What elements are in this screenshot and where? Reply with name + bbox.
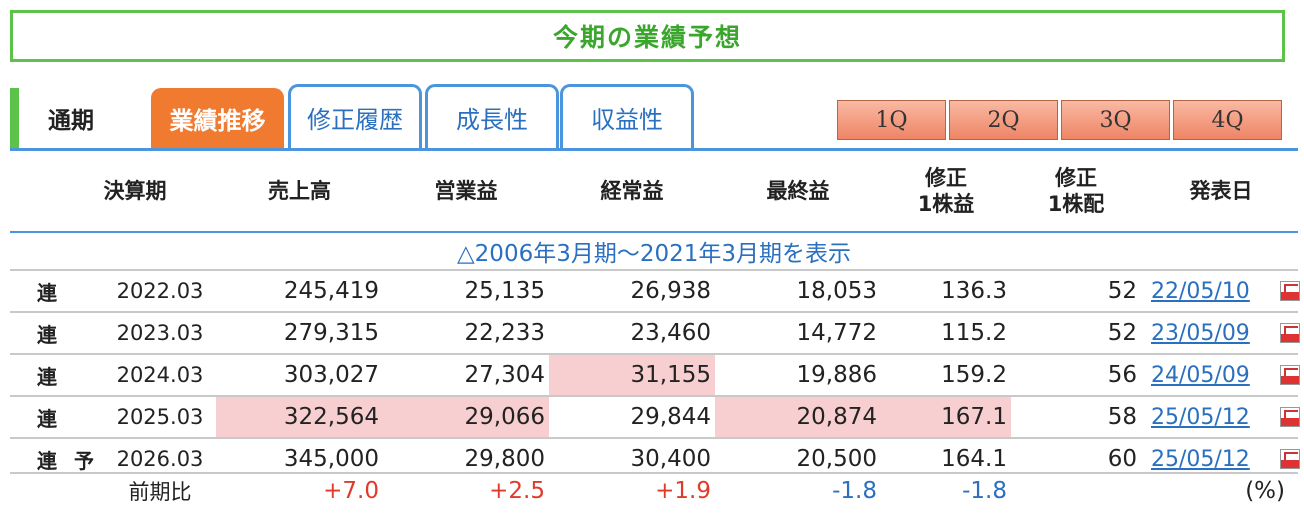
net-cell: 18,053: [796, 278, 877, 304]
yoy-operating: +2.5: [489, 478, 545, 504]
header-dps: 修正 1株配: [1011, 151, 1141, 231]
yoy-ordinary: +1.9: [655, 478, 711, 504]
header-eps-line1: 修正: [925, 166, 967, 190]
ordinary-cell: 29,844: [630, 404, 711, 430]
operating-cell: 22,233: [464, 320, 545, 346]
consolidated-label: 連: [37, 280, 57, 305]
eps-cell: 115.2: [941, 320, 1007, 346]
announce-date-link[interactable]: 23/05/09: [1151, 313, 1277, 353]
tab-full-year[interactable]: 通期: [30, 88, 150, 148]
quarter-1q-button[interactable]: 1Q: [837, 100, 946, 140]
header-operating: 営業益: [434, 179, 498, 203]
net-cell: 14,772: [796, 320, 877, 346]
pdf-icon[interactable]: [1280, 449, 1300, 469]
header-dps-line2: 1株配: [1047, 192, 1105, 216]
section-title: 今期の業績予想: [552, 23, 742, 52]
ordinary-cell: 23,460: [630, 320, 711, 346]
ordinary-cell-highlight: 31,155: [549, 355, 715, 395]
header-period: 決算期: [103, 179, 167, 203]
header-sales: 売上高: [268, 179, 331, 203]
ordinary-cell: 26,938: [630, 278, 711, 304]
quarter-2q-button[interactable]: 2Q: [949, 100, 1058, 140]
header-dps-line1: 修正: [1055, 166, 1097, 190]
tab-growth[interactable]: 成長性: [425, 84, 559, 148]
header-ordinary: 経常益: [600, 179, 664, 203]
announce-date-link[interactable]: 22/05/10: [1151, 271, 1277, 311]
operating-cell: 27,304: [464, 362, 545, 388]
quarter-3q-button[interactable]: 3Q: [1061, 100, 1170, 140]
header-eps-line2: 1株益: [917, 192, 975, 216]
yoy-label: 前期比: [128, 480, 192, 504]
header-eps: 修正 1株益: [881, 151, 1011, 231]
yoy-net: -1.8: [832, 478, 877, 504]
table-row: 連 2025.03 322,564 29,066 29,844 20,874 1…: [10, 397, 1300, 437]
consolidated-label: 連: [37, 322, 57, 347]
period-cell: 2024.03: [116, 363, 204, 387]
net-cell-highlight: 20,874: [715, 397, 881, 437]
yoy-sales: +7.0: [323, 478, 379, 504]
net-cell: 19,886: [796, 362, 877, 388]
consolidated-label: 連: [37, 406, 57, 431]
tab-revision-history[interactable]: 修正履歴: [288, 84, 422, 148]
sales-cell: 279,315: [283, 320, 379, 346]
dps-cell: 52: [1107, 278, 1137, 304]
eps-cell: 136.3: [941, 278, 1007, 304]
consolidated-label: 連: [37, 364, 57, 389]
tab-bar-accent: [10, 88, 19, 148]
operating-cell: 25,135: [464, 278, 545, 304]
header-date: 発表日: [1189, 179, 1253, 203]
period-cell: 2025.03: [116, 405, 204, 429]
period-cell: 2022.03: [116, 279, 204, 303]
pdf-icon[interactable]: [1280, 323, 1300, 343]
sales-cell-highlight: 322,564: [216, 397, 383, 437]
dps-cell: 58: [1107, 404, 1137, 430]
period-cell: 2023.03: [116, 321, 204, 345]
pdf-icon[interactable]: [1280, 365, 1300, 385]
yoy-ratio-row: 前期比 +7.0 +2.5 +1.9 -1.8 -1.8 (%): [10, 472, 1298, 510]
operating-cell-highlight: 29,066: [383, 397, 549, 437]
show-past-periods-link[interactable]: △2006年3月期～2021年3月期を表示: [10, 233, 1298, 269]
tab-bar: 通期 業績推移 修正履歴 成長性 収益性 1Q 2Q 3Q 4Q: [10, 84, 1298, 148]
table-row: 連 2023.03 279,315 22,233 23,460 14,772 1…: [10, 313, 1300, 353]
eps-cell-highlight: 167.1: [881, 397, 1011, 437]
quarter-4q-button[interactable]: 4Q: [1173, 100, 1282, 140]
dps-cell: 52: [1107, 320, 1137, 346]
pdf-icon[interactable]: [1280, 407, 1300, 427]
table-row: 連 2022.03 245,419 25,135 26,938 18,053 1…: [10, 271, 1300, 311]
section-title-box: 今期の業績予想: [10, 10, 1285, 62]
dps-cell: 56: [1107, 362, 1137, 388]
tab-profitability[interactable]: 収益性: [560, 84, 694, 148]
pdf-icon[interactable]: [1280, 281, 1300, 301]
yoy-unit: (%): [1245, 478, 1285, 504]
eps-cell: 159.2: [941, 362, 1007, 388]
sales-cell: 303,027: [283, 362, 379, 388]
sales-cell: 245,419: [283, 278, 379, 304]
table-header: 決算期 売上高 営業益 経常益 最終益 修正 1株益 修正 1株配 発表日: [10, 151, 1298, 231]
yoy-eps: -1.8: [962, 478, 1007, 504]
announce-date-link[interactable]: 25/05/12: [1151, 397, 1277, 437]
table-row: 連 2024.03 303,027 27,304 31,155 19,886 1…: [10, 355, 1300, 395]
announce-date-link[interactable]: 24/05/09: [1151, 355, 1277, 395]
quarter-buttons: 1Q 2Q 3Q 4Q: [837, 100, 1285, 142]
tab-performance-history[interactable]: 業績推移: [151, 88, 284, 148]
header-net: 最終益: [766, 179, 830, 203]
